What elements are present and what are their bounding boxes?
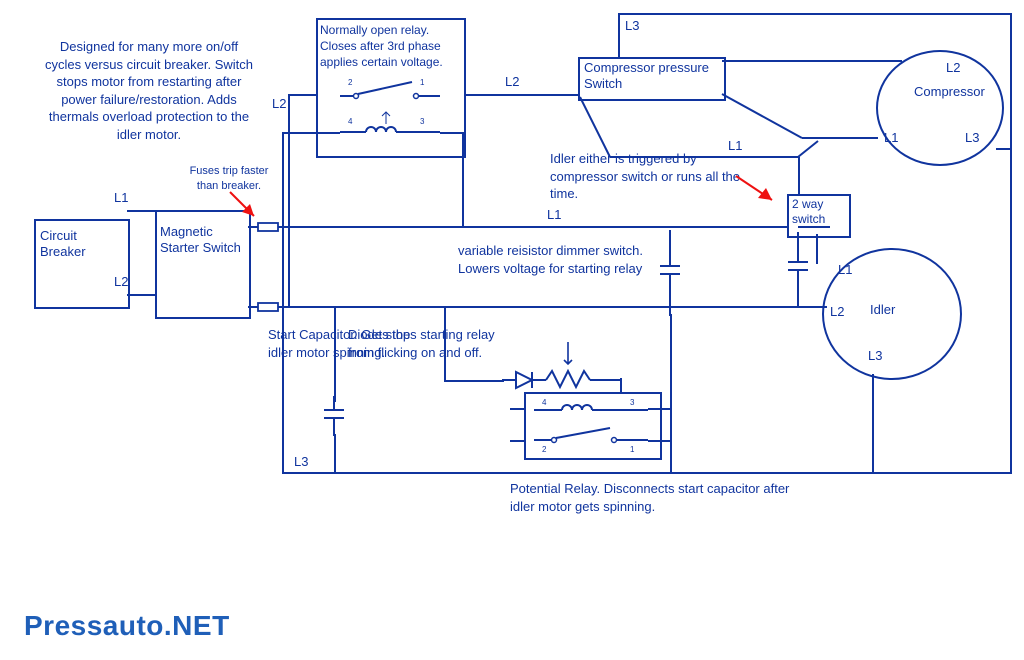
l3-lbl-comp: L3 (965, 130, 979, 146)
wire-cps-l2-to-comp (722, 60, 902, 62)
wire-l1-idler (798, 226, 830, 228)
start-cap-icon (324, 396, 344, 436)
relay-top-icon: 1 2 3 4 (340, 76, 440, 150)
wire-relaycoil-down (462, 132, 464, 228)
designed-note: Designed for many more on/off cycles ver… (44, 38, 254, 143)
potrelay-note: Potential Relay. Disconnects start capac… (510, 480, 810, 515)
l1-lbl-idler: L1 (838, 262, 852, 278)
wire-relaycoil-left-down (282, 132, 284, 474)
svg-text:2: 2 (542, 445, 547, 454)
l1-lbl-left: L1 (114, 190, 128, 206)
svg-text:1: 1 (630, 445, 635, 454)
l3-lbl-topmid: L3 (625, 18, 639, 34)
svg-text:3: 3 (420, 117, 425, 126)
wire-l1-breaker-starter (127, 210, 155, 212)
circuit-breaker-label: Circuit Breaker (40, 228, 120, 261)
compressor-ellipse (876, 50, 1004, 166)
wire-l1-main (286, 226, 798, 228)
wire-diode-left (444, 380, 504, 382)
wire-l2-relay-to-cps (456, 94, 578, 96)
wire-l3-to-cps (618, 13, 620, 57)
svg-text:1: 1 (420, 78, 425, 87)
dimmer-note: variable reisistor dimmer switch. Lowers… (458, 242, 688, 277)
wire-relaycoil-right (440, 132, 464, 134)
svg-text:3: 3 (630, 398, 635, 407)
idler-note: Idler either is triggered by compressor … (550, 150, 760, 203)
wire-startcap-to-l3 (334, 434, 336, 474)
compressor-label: Compressor (914, 84, 985, 100)
wire-l3-comp (996, 148, 1012, 150)
wire-2way-down (816, 234, 818, 264)
l3-lbl-idler: L3 (868, 348, 882, 364)
wire-l2-idler (815, 306, 827, 308)
magnetic-starter-label: Magnetic Starter Switch (160, 224, 242, 257)
compressor-switch-label: Compressor pressure Switch (584, 60, 718, 93)
l2-lbl-comp: L2 (946, 60, 960, 76)
top-relay-note: Normally open relay. Closes after 3rd ph… (320, 22, 458, 71)
wire-l3-right (1010, 13, 1012, 474)
wire-cap2-down (670, 314, 672, 474)
l1-lbl-main: L1 (547, 207, 561, 223)
diode-resistor-icon (502, 338, 622, 384)
watermark: Pressauto.NET (24, 610, 230, 642)
wire-l3-top (618, 13, 1012, 15)
potential-relay-icon: 3 4 1 2 (534, 398, 648, 450)
l2-lbl-up: L2 (272, 96, 286, 112)
wire-l3-idler-down (872, 374, 874, 474)
wire-l2-main (286, 306, 816, 308)
l2-lbl-idler: L2 (830, 304, 844, 320)
wire-potrelay-r2 (648, 440, 672, 442)
cap-right-1-icon (788, 232, 808, 308)
l3-lbl-bottomleft: L3 (294, 454, 308, 470)
arrow-idler-icon (730, 170, 780, 210)
wire-l2-breaker-starter (127, 294, 155, 296)
l2-lbl-mid: L2 (505, 74, 519, 90)
l2-lbl-left: L2 (114, 274, 128, 290)
l1-lbl-comp: L1 (884, 130, 898, 146)
svg-text:4: 4 (542, 398, 547, 407)
svg-text:4: 4 (348, 117, 353, 126)
wire-relaycoil-left (282, 132, 340, 134)
wire-l2-up (288, 94, 290, 308)
diode-note: Diode stops starting relay from flicking… (348, 326, 508, 361)
wire-potrelay-r1 (648, 408, 672, 410)
wire-2way-up (798, 157, 800, 195)
wire-potrelay-l1 (510, 408, 526, 410)
idler-label: Idler (870, 302, 895, 318)
wire-potrelay-l2 (510, 440, 526, 442)
arrow-fuse-icon (224, 186, 264, 226)
svg-text:2: 2 (348, 78, 353, 87)
two-way-switch-label: 2 way switch (792, 197, 846, 227)
wire-l3-bottom (282, 472, 1012, 474)
